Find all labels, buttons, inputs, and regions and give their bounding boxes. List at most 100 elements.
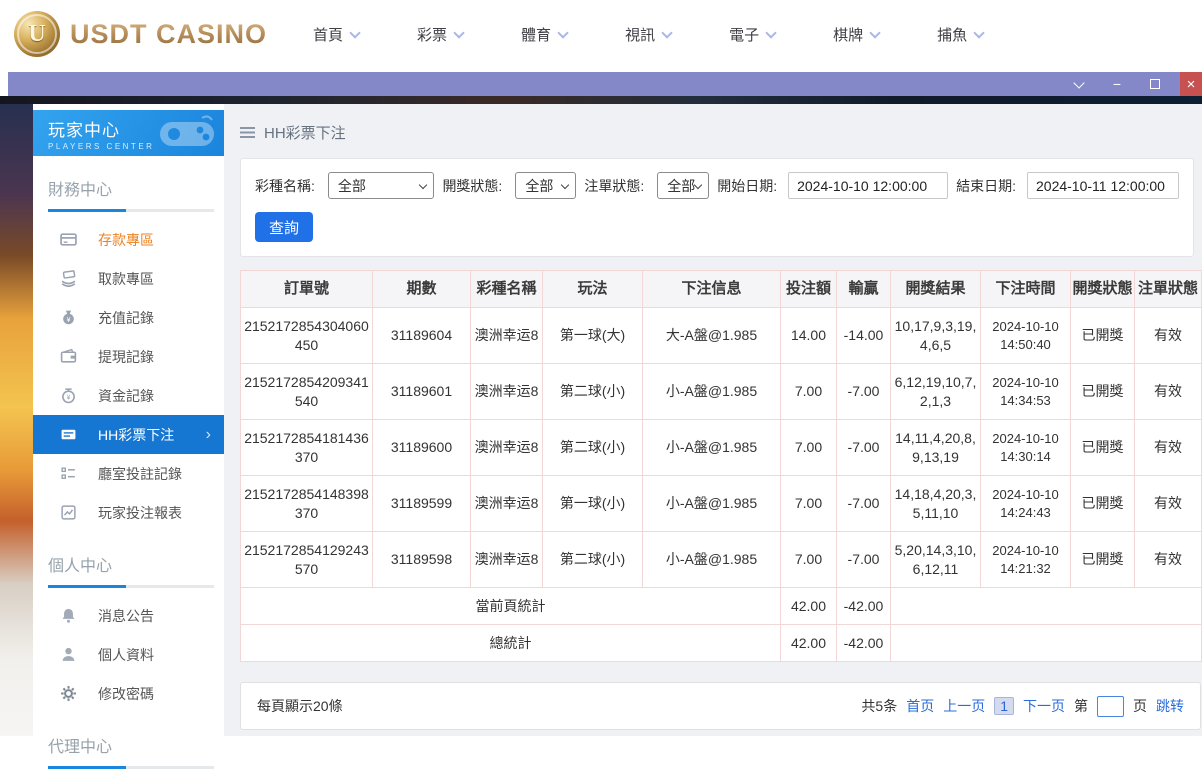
col-header-lottery-name: 彩種名稱 [470, 270, 543, 308]
draw-status-select[interactable]: 全部 [515, 172, 577, 199]
summary-label: 當前頁統計 [240, 587, 781, 625]
sidebar-section-finance: 財務中心 [48, 182, 113, 199]
withdraw-hand-icon [60, 270, 77, 287]
page-header: HH彩票下注 [240, 120, 1194, 144]
col-header-draw-status: 開獎狀態 [1070, 270, 1135, 308]
end-date-input[interactable] [1027, 172, 1179, 199]
order-status-value: 全部 [667, 177, 696, 194]
sidebar-section-personal: 個人中心 [48, 558, 113, 575]
cell-win-loss: -7.00 [836, 531, 891, 588]
cell-bet-amount: 14.00 [780, 307, 837, 364]
cell-lottery-name: 澳洲幸运8 [470, 531, 543, 588]
chevron-down-icon [765, 26, 777, 39]
sidebar-item-announcements[interactable]: 消息公告 [33, 596, 224, 635]
cell-draw-status: 已開獎 [1070, 363, 1135, 420]
cell-play-type: 第二球(小) [542, 531, 643, 588]
window-minimize-button[interactable] [1104, 72, 1130, 96]
sidebar-item-room-bet-record[interactable]: 廳室投註記錄 [33, 454, 224, 493]
table-row: 2152172854209341540 31189601 澳洲幸运8 第二球(小… [240, 363, 1202, 420]
sidebar-item-funds-record[interactable]: ¥ 資金記錄 [33, 376, 224, 415]
sidebar: 玩家中心 PLAYERS CENTER 財務中心 存款專區 取款專區 ¥ 充值記… [33, 110, 224, 769]
deposit-card-icon [60, 231, 77, 248]
nav-item-label: 視訊 [625, 26, 656, 44]
nav-item-fishing[interactable]: 捕魚 [937, 24, 985, 45]
col-header-bet-time: 下注時間 [980, 270, 1071, 308]
sidebar-item-recharge-record[interactable]: ¥ 充值記錄 [33, 298, 224, 337]
nav-item-sports[interactable]: 體育 [521, 24, 569, 45]
nav-item-home[interactable]: 首頁 [313, 24, 361, 45]
cell-draw-status: 已開獎 [1070, 419, 1135, 476]
nav-item-label: 體育 [521, 26, 552, 44]
jump-label-before: 第 [1074, 698, 1088, 714]
sidebar-item-deposit[interactable]: 存款專區 [33, 220, 224, 259]
cell-bet-time: 2024-10-10 14:24:43 [980, 475, 1071, 532]
cell-period: 31189601 [372, 363, 471, 420]
cell-draw-result: 14,11,4,20,8,9,13,19 [890, 419, 981, 476]
sidebar-item-withdrawal-record[interactable]: 提現記錄 [33, 337, 224, 376]
cell-bet-info: 小-A盤@1.985 [642, 363, 781, 420]
next-page-link[interactable]: 下一页 [1023, 696, 1065, 716]
chevron-down-icon [561, 180, 570, 190]
nav-item-label: 電子 [729, 26, 760, 44]
current-page-summary-row: 當前頁統計 42.00 -42.00 [240, 587, 1202, 625]
nav-item-lottery[interactable]: 彩票 [417, 24, 465, 45]
col-header-draw-result: 開獎結果 [890, 270, 981, 308]
nav-item-chess[interactable]: 棋牌 [833, 24, 881, 45]
svg-text:¥: ¥ [67, 394, 71, 401]
chevron-down-icon [557, 26, 569, 39]
cell-draw-result: 6,12,19,10,7,2,1,3 [890, 363, 981, 420]
summary-win-loss-total: -42.00 [836, 587, 891, 625]
window-maximize-button[interactable] [1142, 72, 1168, 96]
nav-item-label: 棋牌 [833, 26, 864, 44]
sidebar-section-agent: 代理中心 [48, 739, 113, 756]
chevron-down-icon [973, 26, 985, 39]
col-header-play-type: 玩法 [542, 270, 643, 308]
sidebar-item-label: 存款專區 [98, 231, 154, 248]
chevron-down-icon [349, 26, 361, 39]
maximize-icon [1150, 79, 1160, 89]
cell-play-type: 第一球(小) [542, 475, 643, 532]
lottery-name-select[interactable]: 全部 [327, 172, 435, 199]
search-button[interactable]: 查詢 [255, 212, 313, 242]
cell-order-status: 有效 [1134, 307, 1202, 364]
cell-period: 31189598 [372, 531, 471, 588]
jump-action-link[interactable]: 跳转 [1156, 696, 1184, 716]
prev-page-link[interactable]: 上一页 [943, 696, 985, 716]
sidebar-item-change-password[interactable]: 修改密碼 [33, 674, 224, 713]
cell-draw-status: 已開獎 [1070, 307, 1135, 364]
start-date-input[interactable] [788, 172, 949, 199]
sidebar-item-withdraw[interactable]: 取款專區 [33, 259, 224, 298]
window-close-button[interactable] [1180, 72, 1202, 96]
list-icon [60, 465, 77, 482]
sidebar-item-label: 修改密碼 [98, 685, 154, 702]
chevron-down-icon [453, 26, 465, 39]
money-bag-icon: ¥ [60, 309, 77, 326]
sidebar-item-label: 消息公告 [98, 607, 154, 624]
site-logo[interactable]: U USDT CASINO [14, 11, 267, 57]
jump-label-after: 页 [1133, 698, 1147, 714]
background-artwork [0, 104, 33, 736]
menu-toggle-icon[interactable] [240, 126, 255, 138]
order-status-label: 注單狀態: [584, 177, 645, 194]
sidebar-item-profile[interactable]: 個人資料 [33, 635, 224, 674]
nav-menu: 首頁 彩票 體育 視訊 電子 棋牌 捕魚 [313, 24, 1041, 45]
lottery-name-value: 全部 [337, 177, 366, 194]
order-status-select[interactable]: 全部 [657, 172, 710, 199]
pagination: 共5条 首页 上一页 1 下一页 第 页 跳转 [852, 695, 1184, 717]
first-page-link[interactable]: 首页 [906, 696, 934, 716]
cell-lottery-name: 澳洲幸运8 [470, 307, 543, 364]
cell-order-no: 2152172854148398370 [240, 475, 373, 532]
nav-item-electronic[interactable]: 電子 [729, 24, 777, 45]
sidebar-item-hh-lottery-bets[interactable]: HH彩票下注 › [33, 415, 224, 454]
sidebar-item-player-bet-report[interactable]: 玩家投注報表 [33, 493, 224, 532]
section-divider [48, 209, 214, 212]
wallet-icon [60, 348, 77, 365]
nav-item-label: 捕魚 [937, 26, 968, 44]
nav-item-video[interactable]: 視訊 [625, 24, 673, 45]
lottery-name-label: 彩種名稱: [255, 177, 315, 194]
window-dropdown-button[interactable] [1066, 72, 1092, 96]
window-titlebar [8, 72, 1202, 96]
bet-card-icon [60, 426, 77, 443]
page-jump-input[interactable] [1097, 695, 1124, 717]
cell-win-loss: -7.00 [836, 419, 891, 476]
